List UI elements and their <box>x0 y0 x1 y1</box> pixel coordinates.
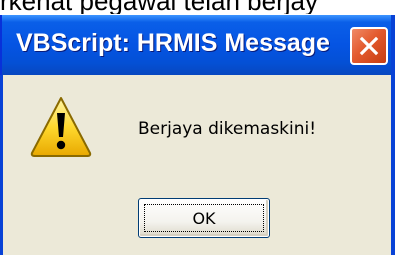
dialog-title: VBScript: HRMIS Message <box>16 29 330 57</box>
ok-button-label: OK <box>192 208 216 228</box>
message-dialog: VBScript: HRMIS Message Berjaya dikemask… <box>0 15 395 255</box>
close-icon <box>359 36 379 56</box>
dialog-message: Berjaya dikemaskini! <box>138 119 317 139</box>
dialog-titlebar[interactable]: VBScript: HRMIS Message <box>0 15 391 75</box>
ok-button[interactable]: OK <box>138 198 270 238</box>
warning-icon <box>30 97 92 157</box>
background-page-text: rkehat pegawai telah berjay <box>0 0 395 14</box>
close-button[interactable] <box>350 27 388 65</box>
dialog-body: Berjaya dikemaskini! OK <box>0 75 391 255</box>
